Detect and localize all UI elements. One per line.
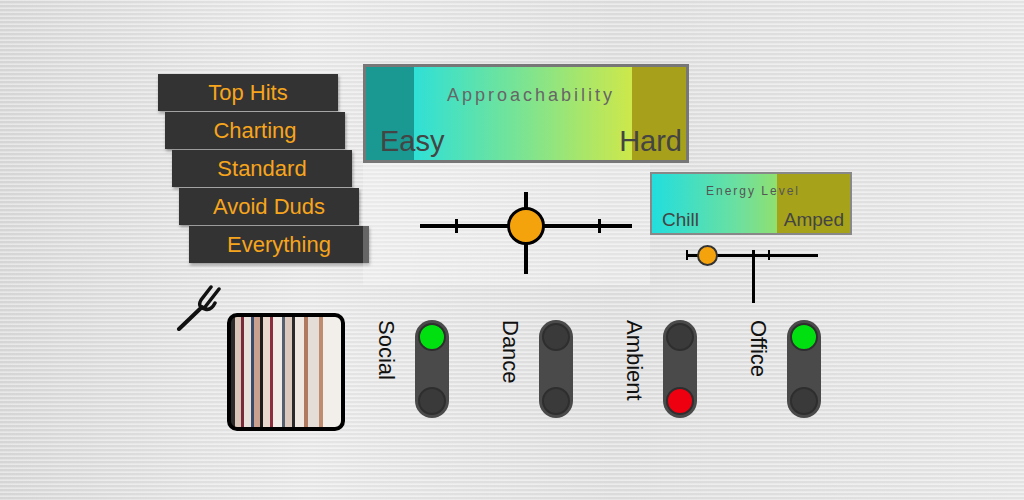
toggle-off-light [542,387,570,415]
preset-button[interactable]: Everything [189,226,369,263]
toggle-off-light [666,387,694,415]
slider-center-mark [752,250,755,303]
approachability-title: Approachability [380,85,682,106]
mood-toggles: Social Dance Ambient Office [375,320,821,418]
mood-label: Social [375,320,399,418]
mood-toggle[interactable] [415,320,449,418]
approachability-panel [363,163,650,285]
slider-handle[interactable] [697,245,718,266]
scale-high-label: Amped [784,209,844,231]
mood-toggle[interactable] [663,320,697,418]
toggle-on-light [542,323,570,351]
approachability-slider[interactable] [420,163,632,285]
mood-label: Dance [499,320,523,418]
slider-handle[interactable] [507,207,545,245]
energy-slider[interactable] [686,235,818,303]
energy-title: Energy Level [662,184,844,198]
scale-high-label: Hard [619,125,682,158]
toggle-off-light [418,387,446,415]
mood-item: Dance [499,320,573,418]
music-selector: Top HitsChartingStandardAvoid DudsEveryt… [0,0,1024,500]
mood-item: Social [375,320,449,418]
mood-label: Office [747,320,771,418]
slider-tick [598,219,601,233]
slider-tick [768,250,770,260]
mood-item: Office [747,320,821,418]
mood-item: Ambient [623,320,697,418]
toggle-on-light [418,323,446,351]
toggle-off-light [790,387,818,415]
album-art[interactable] [227,313,345,431]
scale-low-label: Chill [662,209,699,231]
approachability-scale: Approachability Easy Hard [363,64,689,163]
preset-button[interactable]: Avoid Duds [179,188,359,225]
mood-toggle[interactable] [539,320,573,418]
toggle-on-light [666,323,694,351]
toggle-on-light [790,323,818,351]
energy-scale: Energy Level Chill Amped [650,172,852,235]
preset-list: Top HitsChartingStandardAvoid DudsEveryt… [158,74,363,263]
preset-button[interactable]: Top Hits [158,74,338,111]
scale-low-label: Easy [380,125,444,158]
slider-tick [686,250,688,260]
preset-button[interactable]: Standard [172,150,352,187]
preset-button[interactable]: Charting [165,112,345,149]
tuning-fork-icon[interactable] [175,285,223,331]
mood-label: Ambient [623,320,647,418]
slider-tick [455,219,458,233]
mood-toggle[interactable] [787,320,821,418]
